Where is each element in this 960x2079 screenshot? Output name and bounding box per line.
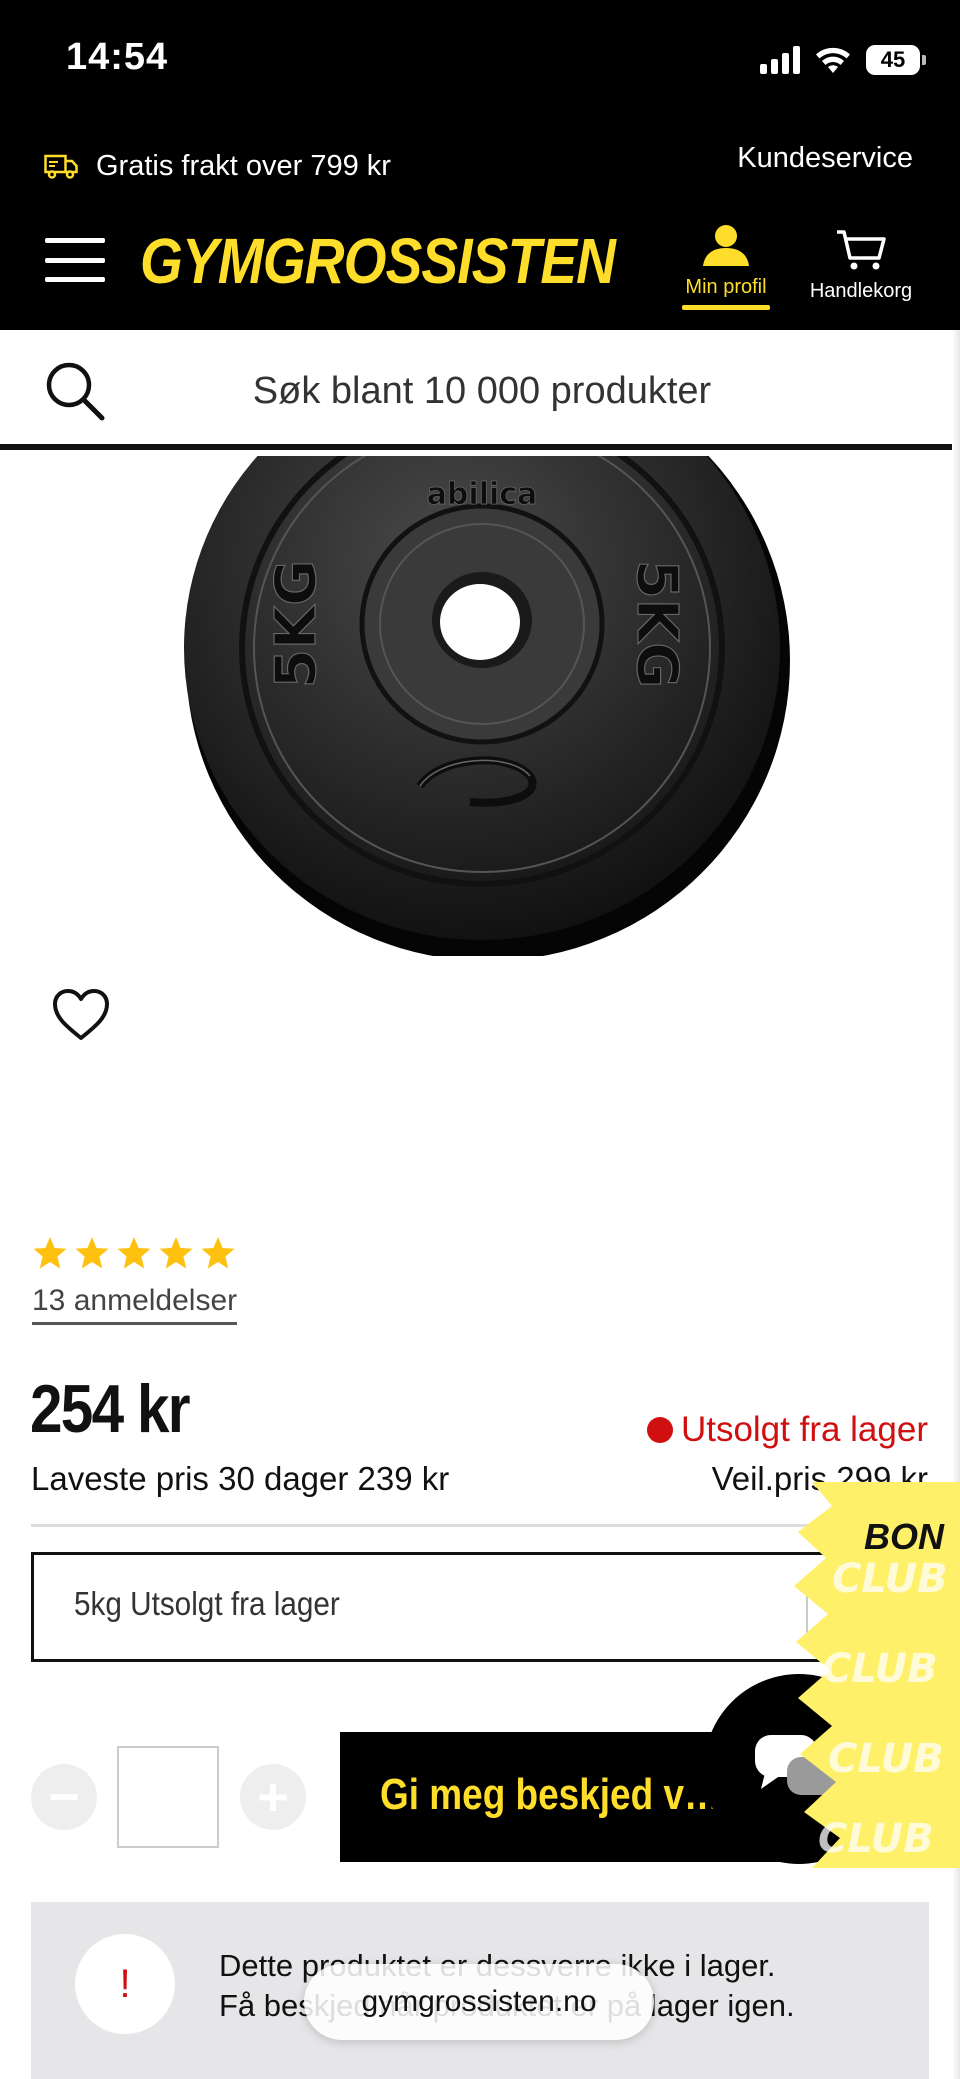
wifi-icon <box>816 47 850 73</box>
menu-icon[interactable] <box>45 238 105 282</box>
cart-label: Handlekorg <box>809 280 913 302</box>
svg-text:CLUB: CLUB <box>818 1816 934 1862</box>
out-of-stock-dot-icon <box>646 1417 673 1443</box>
variant-selected-value: 5kg Utsolgt fra lager <box>74 1585 340 1622</box>
minus-icon: − <box>48 1767 80 1827</box>
alert-glyph: ! <box>119 1961 131 2006</box>
stock-status: Utsolgt fra lager <box>646 1410 928 1450</box>
bonus-tab-label: BON <box>864 1516 944 1557</box>
browser-url-bar[interactable]: gymgrossisten.no <box>304 1964 654 2040</box>
svg-text:CLUB: CLUB <box>822 1646 938 1692</box>
bonus-club-tab[interactable]: CLUB CLUB CLUB CLUB BON <box>792 1482 960 1868</box>
status-bar: 14:54 45 <box>0 0 960 120</box>
product-price: 254 kr <box>30 1371 191 1447</box>
site-logo[interactable]: GYMGROSSISTEN <box>140 224 616 298</box>
user-icon <box>703 225 749 266</box>
profile-button[interactable]: Min profil <box>680 224 772 310</box>
product-image[interactable]: abilica 5KG 5KG <box>170 456 800 956</box>
url-text: gymgrossisten.no <box>361 1985 597 2018</box>
star-icon <box>75 1237 109 1269</box>
plate-weight-text-right: 5KG <box>624 560 689 688</box>
active-indicator <box>682 305 770 310</box>
customer-service-link[interactable]: Kundeservice <box>737 142 913 175</box>
alert-icon: ! <box>75 1934 175 2034</box>
search-bar <box>0 330 960 450</box>
reviews-link[interactable]: 13 anmeldelser <box>32 1284 238 1325</box>
cellular-signal-icon <box>760 46 800 74</box>
star-icon <box>117 1237 151 1269</box>
plate-weight-text-left: 5KG <box>264 560 329 688</box>
quantity-increase-button[interactable]: + <box>240 1764 306 1830</box>
heart-icon[interactable] <box>52 988 110 1042</box>
weight-plate-image: abilica 5KG 5KG <box>184 456 790 956</box>
quantity-decrease-button[interactable]: − <box>31 1764 97 1830</box>
free-shipping-promo: Gratis frakt over 799 kr <box>44 150 391 183</box>
svg-text:CLUB: CLUB <box>828 1736 944 1782</box>
status-time: 14:54 <box>66 36 169 78</box>
status-icons: 45 <box>760 42 926 78</box>
plus-icon: + <box>257 1767 289 1827</box>
lowest-price-30-days: Laveste pris 30 dager 239 kr <box>31 1460 450 1497</box>
cart-button[interactable]: Handlekorg <box>806 228 916 303</box>
star-icon <box>33 1237 67 1269</box>
stock-status-text: Utsolgt fra lager <box>680 1410 928 1449</box>
battery-icon: 45 <box>866 45 926 75</box>
plate-brand-text: abilica <box>427 477 538 512</box>
notify-me-label: Gi meg beskjed v… <box>380 1770 721 1819</box>
star-icon <box>201 1237 235 1269</box>
search-icon[interactable] <box>44 360 106 422</box>
promo-text: Gratis frakt over 799 kr <box>96 150 391 182</box>
shopping-cart-icon <box>837 230 886 270</box>
quantity-input[interactable] <box>117 1746 219 1848</box>
battery-level: 45 <box>880 47 906 72</box>
rating-stars <box>32 1236 236 1270</box>
search-input[interactable] <box>140 360 824 422</box>
svg-text:CLUB: CLUB <box>832 1556 948 1602</box>
profile-label: Min profil <box>685 276 767 298</box>
star-icon <box>159 1237 193 1269</box>
delivery-truck-icon <box>44 154 78 179</box>
